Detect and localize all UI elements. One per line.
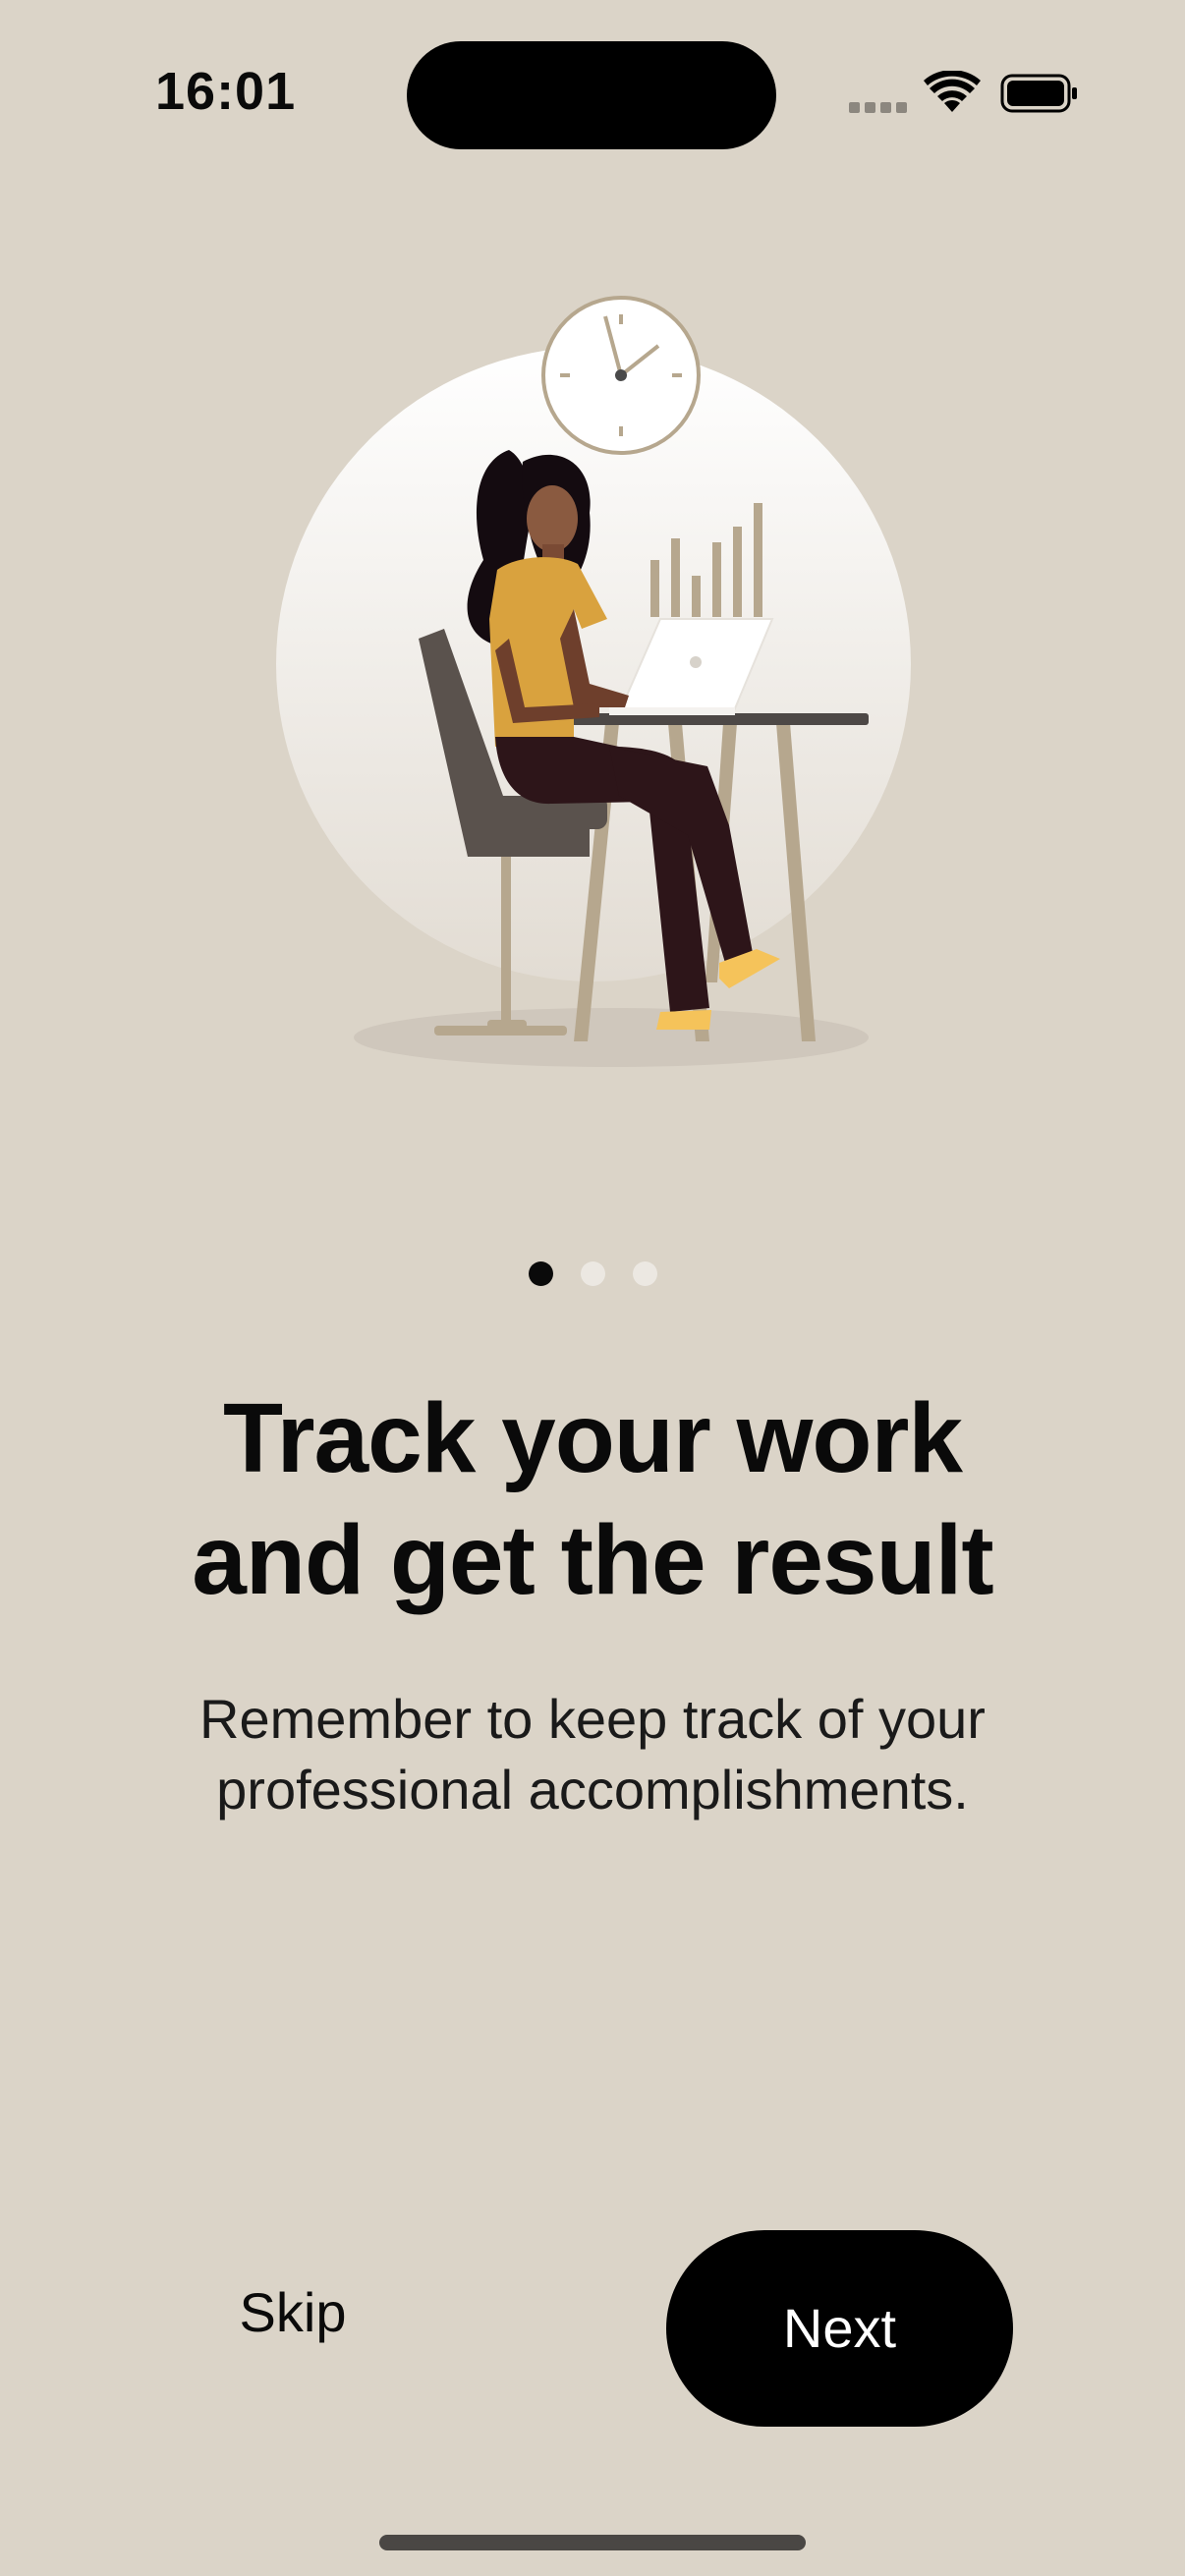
woman-working-at-laptop-illustration: [276, 296, 911, 1067]
status-bar: 16:01: [0, 0, 1185, 187]
description-line: professional accomplishments.: [216, 1759, 969, 1820]
dynamic-island: [407, 41, 776, 149]
home-indicator[interactable]: [379, 2535, 806, 2550]
cellular-signal-icon: [849, 102, 908, 114]
skip-button[interactable]: Skip: [214, 2273, 371, 2352]
page-dot: [581, 1261, 605, 1286]
onboarding-headline: Track your work and get the result: [0, 1377, 1185, 1621]
page-dot: [633, 1261, 657, 1286]
headline-line: Track your work: [223, 1383, 963, 1493]
battery-icon: [1000, 74, 1077, 113]
wifi-icon: [924, 71, 981, 112]
onboarding-description: Remember to keep track of your professio…: [0, 1684, 1185, 1825]
wall-clock-icon: [541, 296, 701, 455]
page-indicator: [529, 1261, 657, 1287]
page-dot-active: [529, 1261, 553, 1286]
headline-line: and get the result: [192, 1505, 993, 1615]
status-time: 16:01: [155, 62, 297, 121]
next-button[interactable]: Next: [666, 2230, 1013, 2427]
description-line: Remember to keep track of your: [199, 1688, 986, 1750]
